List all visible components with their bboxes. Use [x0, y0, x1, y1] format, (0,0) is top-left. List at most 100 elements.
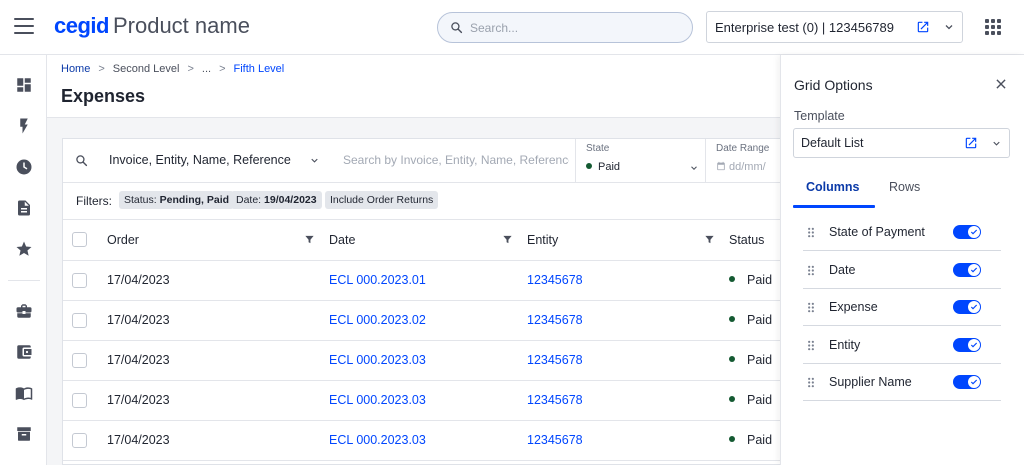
breadcrumb-current: Fifth Level	[233, 63, 285, 75]
drag-handle-icon[interactable]	[807, 377, 815, 388]
column-header-status[interactable]: Status	[729, 220, 781, 261]
column-visibility-toggle[interactable]	[953, 300, 981, 314]
column-visibility-toggle[interactable]	[953, 375, 981, 389]
panel-tabs: Columns Rows	[793, 175, 1010, 205]
table-row[interactable]: 17/04/2023 ECL 000.2023.03 12345678 Paid	[63, 420, 781, 461]
chip-value: Pending, Paid	[159, 194, 230, 206]
status-text: Paid	[747, 313, 773, 327]
filter-icon[interactable]	[704, 234, 715, 245]
row-checkbox[interactable]	[72, 432, 87, 448]
drag-handle-icon[interactable]	[807, 302, 815, 313]
row-checkbox[interactable]	[72, 312, 87, 328]
column-option-label: Expense	[829, 300, 878, 314]
entity-cell[interactable]: 12345678	[527, 300, 729, 341]
column-visibility-toggle[interactable]	[953, 338, 981, 352]
entity-cell[interactable]: 12345678	[527, 380, 729, 421]
entity-cell[interactable]: 12345678	[527, 340, 729, 381]
filter-chip-date[interactable]: Date: 19/04/2023	[231, 191, 322, 209]
chevron-down-icon[interactable]	[309, 155, 320, 166]
column-visibility-toggle[interactable]	[953, 225, 981, 239]
chevron-down-icon[interactable]	[991, 138, 1002, 149]
external-link-icon[interactable]	[964, 136, 978, 150]
filter-chip-status[interactable]: Status: Pending, Paid	[119, 191, 235, 209]
filter-icon[interactable]	[304, 234, 315, 245]
date-cell[interactable]: ECL 000.2023.02	[329, 300, 527, 341]
state-filter[interactable]: State Paid	[575, 139, 705, 183]
chevron-down-icon[interactable]	[943, 21, 955, 33]
select-all-cell	[63, 220, 107, 261]
order-cell: 17/04/2023	[107, 420, 329, 461]
tab-columns[interactable]: Columns	[806, 180, 859, 194]
row-checkbox[interactable]	[72, 392, 87, 408]
date-range-filter[interactable]: Date Range dd/mm/	[705, 139, 781, 183]
column-header-order[interactable]: Order	[107, 220, 329, 261]
breadcrumb-second-level[interactable]: Second Level	[113, 63, 180, 75]
bolt-icon[interactable]	[14, 116, 34, 136]
paid-status-dot	[729, 316, 735, 322]
star-icon[interactable]	[14, 239, 34, 259]
grid-search-input[interactable]: Search by Invoice, Entity, Name, Referen…	[343, 153, 569, 167]
column-option-date: Date	[803, 252, 1001, 289]
expenses-table: Order Date Entity Status 17/04/2023 ECL …	[63, 220, 781, 461]
apps-grid-icon[interactable]	[985, 19, 1001, 35]
column-header-entity[interactable]: Entity	[527, 220, 729, 261]
drag-handle-icon[interactable]	[807, 340, 815, 351]
select-all-checkbox[interactable]	[72, 232, 87, 248]
grid-options-panel: Grid Options Template Default List Colum…	[780, 55, 1024, 465]
paid-status-dot	[729, 436, 735, 442]
template-select[interactable]: Default List	[793, 128, 1010, 158]
briefcase-icon[interactable]	[14, 301, 34, 321]
filter-chip-order-returns[interactable]: Include Order Returns	[325, 191, 439, 209]
date-cell[interactable]: ECL 000.2023.03	[329, 420, 527, 461]
grid-toolbar: Invoice, Entity, Name, Reference Search …	[63, 139, 781, 183]
check-icon	[970, 379, 978, 385]
search-input[interactable]	[470, 19, 680, 37]
breadcrumb-home[interactable]: Home	[61, 63, 90, 75]
wallet-icon[interactable]	[14, 342, 34, 362]
drag-handle-icon[interactable]	[807, 227, 815, 238]
active-tab-indicator	[793, 205, 875, 208]
filter-icon[interactable]	[502, 234, 513, 245]
check-icon	[970, 342, 978, 348]
menu-icon[interactable]	[14, 18, 34, 36]
clock-icon[interactable]	[14, 157, 34, 177]
external-link-icon[interactable]	[916, 20, 930, 34]
close-icon[interactable]	[994, 77, 1008, 91]
column-visibility-toggle[interactable]	[953, 263, 981, 277]
enterprise-selector[interactable]: Enterprise test (0) | 123456789	[706, 11, 963, 43]
entity-cell[interactable]: 12345678	[527, 260, 729, 301]
table-header-row: Order Date Entity Status	[63, 220, 781, 261]
global-search[interactable]	[437, 12, 693, 43]
book-icon[interactable]	[14, 383, 34, 403]
date-cell[interactable]: ECL 000.2023.03	[329, 380, 527, 421]
document-icon[interactable]	[14, 198, 34, 218]
table-row[interactable]: 17/04/2023 ECL 000.2023.01 12345678 Paid	[63, 260, 781, 301]
date-cell[interactable]: ECL 000.2023.03	[329, 340, 527, 381]
breadcrumb-ellipsis[interactable]: ...	[202, 63, 211, 75]
brand[interactable]: cegid Product name	[54, 13, 250, 39]
column-header-date[interactable]: Date	[329, 220, 527, 261]
drag-handle-icon[interactable]	[807, 265, 815, 276]
archive-icon[interactable]	[14, 424, 34, 444]
row-checkbox[interactable]	[72, 272, 87, 288]
status-cell: Paid	[729, 260, 781, 301]
date-cell[interactable]: ECL 000.2023.01	[329, 260, 527, 301]
search-icon	[451, 22, 463, 34]
status-text: Paid	[747, 433, 773, 447]
search-scope-select[interactable]: Invoice, Entity, Name, Reference	[109, 153, 291, 167]
table-row[interactable]: 17/04/2023 ECL 000.2023.03 12345678 Paid	[63, 380, 781, 421]
table-row[interactable]: 17/04/2023 ECL 000.2023.02 12345678 Paid	[63, 300, 781, 341]
enterprise-label: Enterprise test (0) | 123456789	[715, 20, 894, 35]
tab-rows[interactable]: Rows	[889, 180, 920, 194]
dashboard-icon[interactable]	[14, 75, 34, 95]
date-range-input[interactable]: dd/mm/	[716, 161, 766, 173]
row-checkbox[interactable]	[72, 352, 87, 368]
chip-value: Include Order Returns	[330, 194, 434, 206]
chevron-down-icon[interactable]	[689, 163, 699, 173]
table-row[interactable]: 17/04/2023 ECL 000.2023.03 12345678 Paid	[63, 340, 781, 381]
status-text: Paid	[747, 393, 773, 407]
status-text: Paid	[747, 273, 773, 287]
entity-cell[interactable]: 12345678	[527, 420, 729, 461]
date-range-placeholder: dd/mm/	[729, 161, 766, 173]
state-value-text: Paid	[598, 161, 621, 173]
